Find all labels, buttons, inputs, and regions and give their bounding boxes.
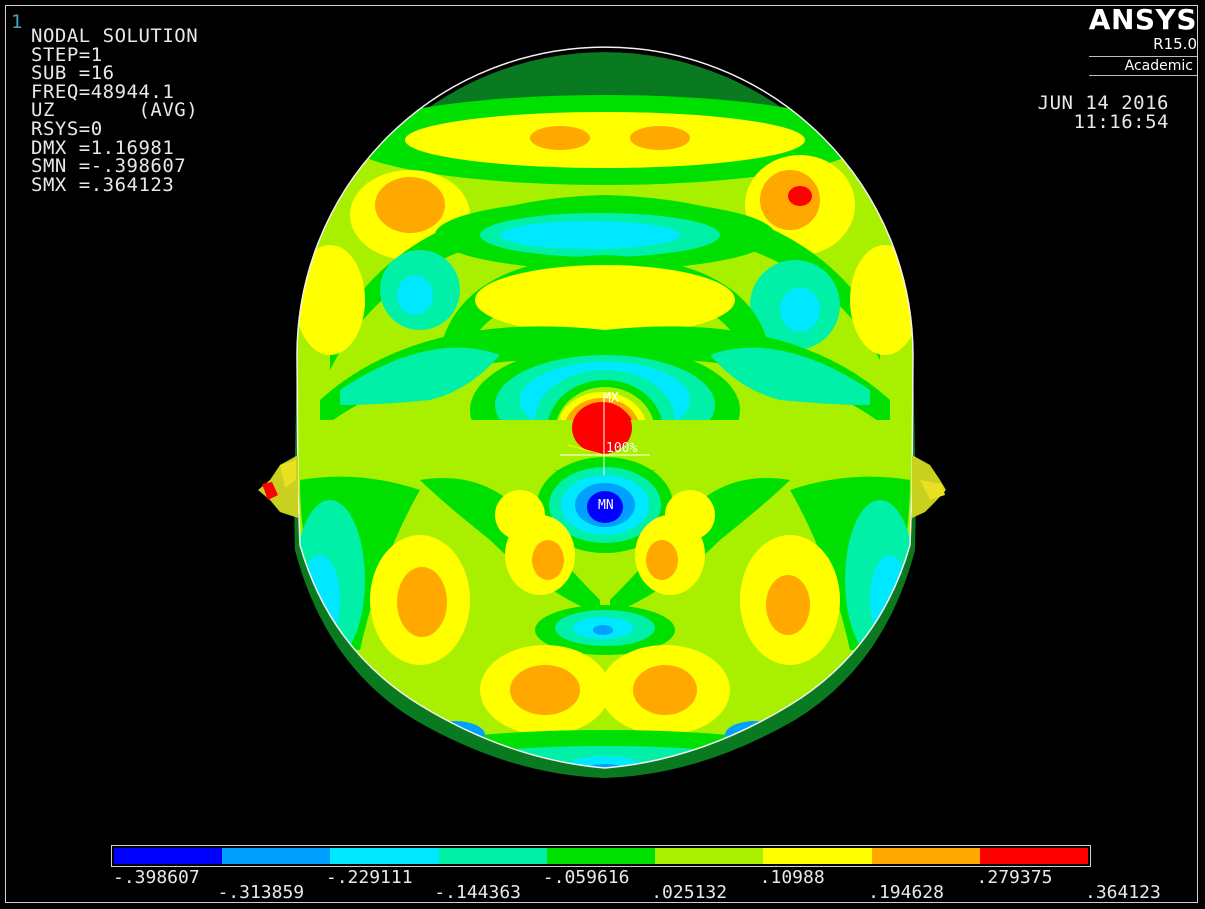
legend-swatch <box>871 848 980 864</box>
min-marker: MN <box>598 498 614 513</box>
max-marker: MX <box>603 391 619 406</box>
right-lug <box>912 455 946 518</box>
legend-tick-label: -.398607 <box>113 867 200 888</box>
left-lug <box>258 455 298 518</box>
contour-plot: MX 100% MN <box>258 46 946 778</box>
legend-tick-label: .10988 <box>759 867 825 888</box>
legend-tick-label: .279375 <box>976 867 1053 888</box>
scale-marker: 100% <box>606 441 637 456</box>
legend-tick-label: -.313859 <box>217 882 305 903</box>
legend-swatch <box>979 848 1088 864</box>
legend-swatch <box>222 848 331 864</box>
legend-tick-label: .194628 <box>868 882 944 903</box>
legend-swatch <box>655 848 764 864</box>
legend-tick-label: -.059616 <box>542 867 630 888</box>
legend-color-bar <box>111 845 1091 867</box>
legend-tick-label: -.144363 <box>434 882 522 903</box>
legend-swatch <box>114 848 223 864</box>
legend-tick-label: -.229111 <box>325 867 413 888</box>
legend-swatch <box>546 848 656 864</box>
legend-swatch <box>438 848 547 864</box>
legend-swatch <box>330 848 439 864</box>
legend-tick-label: .025132 <box>651 882 728 903</box>
legend-tick-label: .364123 <box>1085 882 1161 903</box>
legend-swatch <box>763 848 872 864</box>
contour-field <box>297 95 913 769</box>
